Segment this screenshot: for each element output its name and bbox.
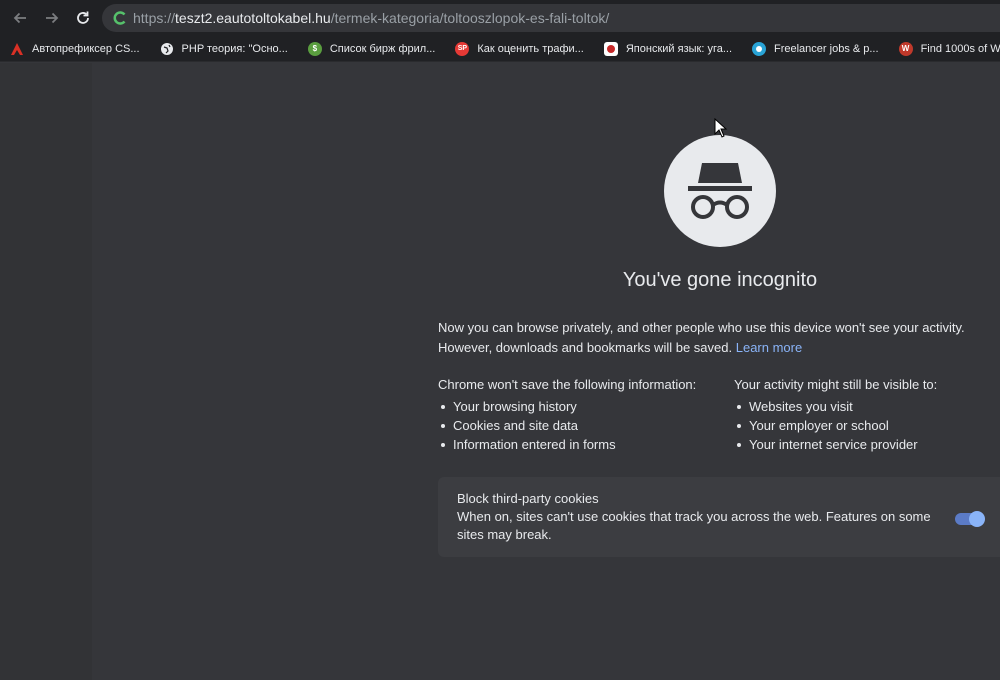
- block-cookies-toggle[interactable]: [955, 511, 985, 527]
- bookmark-label: Японский язык: уга...: [625, 42, 732, 55]
- intro-text: Now you can browse privately, and other …: [438, 318, 998, 357]
- cookies-title: Block third-party cookies: [457, 491, 599, 506]
- forward-button[interactable]: [38, 4, 66, 32]
- cookies-description: When on, sites can't use cookies that tr…: [457, 509, 931, 542]
- incognito-logo: [664, 135, 776, 247]
- bookmark-label: Как оценить трафи...: [477, 42, 584, 55]
- bookmark-label: Find 1000s of Word...: [920, 42, 1000, 55]
- bookmark-label: Freelancer jobs & p...: [774, 42, 879, 55]
- red-dot-icon: [603, 41, 618, 56]
- list-item: Cookies and site data: [438, 416, 718, 435]
- list-item: Websites you visit: [734, 397, 994, 416]
- bookmarks-bar: Автопрефиксер CS... PHP теория: "Осно...…: [0, 36, 1000, 62]
- wordpress-icon: W: [898, 41, 913, 56]
- url-scheme: https://: [133, 10, 176, 26]
- list-item: Your browsing history: [438, 397, 718, 416]
- incognito-icon: [688, 163, 752, 219]
- page-title: You've gone incognito: [622, 269, 818, 291]
- bookmark-label: Список бирж фрил...: [329, 42, 436, 55]
- bookmark-item[interactable]: Freelancer jobs & p...: [752, 41, 879, 56]
- reload-button[interactable]: [69, 4, 97, 32]
- not-saved-list: Chrome won't save the following informat…: [438, 377, 718, 454]
- site-favicon-icon: [113, 11, 126, 25]
- bookmark-item[interactable]: PHP теория: "Осно...: [160, 42, 288, 56]
- toggle-knob: [969, 511, 985, 527]
- visible-heading: Your activity might still be visible to:: [734, 377, 938, 392]
- list-item: Information entered in forms: [438, 435, 718, 454]
- page-left-strip: [0, 63, 92, 680]
- url-path: /termek-kategoria/toltooszlopok-es-fali-…: [330, 10, 610, 26]
- globe-icon: [160, 42, 174, 56]
- learn-more-link[interactable]: Learn more: [736, 340, 802, 355]
- bookmark-label: Автопрефиксер CS...: [32, 42, 140, 55]
- url-host: teszt2.eautotoltokabel.hu: [175, 10, 331, 26]
- bookmark-label: PHP теория: "Осно...: [181, 42, 288, 55]
- bookmark-item[interactable]: $ Список бирж фрил...: [307, 41, 436, 56]
- freelancer-icon: [752, 41, 766, 56]
- bookmark-item[interactable]: W Find 1000s of Word...: [898, 41, 1000, 56]
- forward-arrow-icon: [46, 12, 59, 24]
- cookie-controls-card: Block third-party cookies When on, sites…: [438, 477, 1000, 557]
- dollar-green-icon: $: [307, 41, 322, 56]
- incognito-page: You've gone incognito Now you can browse…: [0, 63, 1000, 680]
- bookmark-item[interactable]: Автопрефиксер CS...: [10, 42, 140, 56]
- not-saved-heading: Chrome won't save the following informat…: [438, 377, 697, 392]
- reload-icon: [77, 11, 89, 24]
- list-item: Your internet service provider: [734, 435, 994, 454]
- back-arrow-icon: [13, 12, 26, 24]
- list-item: Your employer or school: [734, 416, 994, 435]
- browser-toolbar: https://teszt2.eautotoltokabel.hu/termek…: [0, 0, 1000, 36]
- caret-red-icon: [10, 42, 24, 56]
- bookmark-item[interactable]: Японский язык: уга...: [603, 41, 732, 56]
- back-button[interactable]: [6, 4, 34, 32]
- visible-to-list: Your activity might still be visible to:…: [734, 377, 994, 454]
- mouse-cursor-icon: [714, 118, 728, 138]
- address-bar[interactable]: https://teszt2.eautotoltokabel.hu/termek…: [102, 4, 1000, 32]
- sp-red-icon: SP: [455, 41, 470, 56]
- bookmark-item[interactable]: SP Как оценить трафи...: [455, 41, 584, 56]
- intro-paragraph: Now you can browse privately, and other …: [438, 320, 965, 355]
